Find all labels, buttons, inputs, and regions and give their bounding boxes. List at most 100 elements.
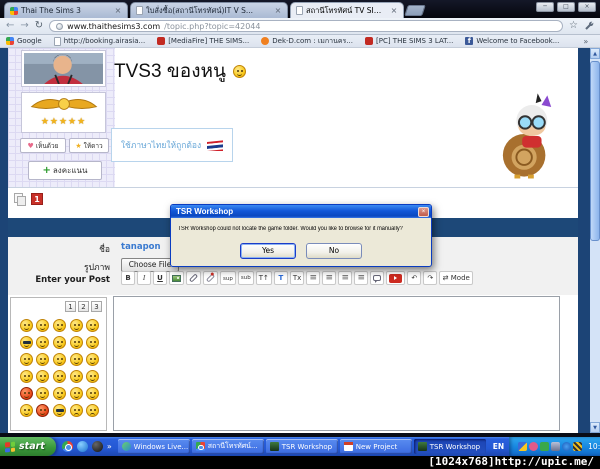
emoticon[interactable] — [36, 336, 50, 349]
tab-close-icon[interactable]: × — [390, 6, 398, 15]
mode-toggle-button[interactable]: ⇄ Mode — [439, 271, 474, 285]
align-center-button[interactable]: ≡ — [338, 271, 353, 285]
bookmark-star-icon[interactable]: ☆ — [569, 21, 578, 31]
tray-icon-4[interactable] — [551, 442, 561, 451]
emoticon[interactable] — [36, 370, 50, 383]
tab-order-page[interactable]: ใบสั่งซื้อ(สถานีโทรทัศน์)IT V S... × — [130, 2, 288, 18]
emoticon[interactable] — [36, 387, 50, 400]
align-left-button[interactable]: ≡ — [322, 271, 337, 285]
bookmark-google[interactable]: Google — [6, 37, 42, 45]
quick-launch-chevron[interactable]: » — [107, 442, 112, 451]
insert-image-button[interactable] — [169, 271, 184, 285]
emoticon[interactable] — [36, 404, 50, 417]
yes-button[interactable]: Yes — [240, 243, 296, 259]
chrome-icon[interactable] — [61, 441, 73, 452]
minimize-button[interactable]: ─ — [536, 2, 554, 12]
language-indicator[interactable]: EN — [488, 442, 509, 451]
tab-tv-sims-active[interactable]: สถานีโทรทัศน์ TV SIMS 3 × — [290, 2, 404, 18]
emoticon[interactable] — [86, 353, 100, 366]
remove-link-button[interactable] — [203, 271, 218, 285]
page-1-button[interactable]: 1 — [31, 193, 43, 205]
emoticon[interactable] — [19, 404, 33, 417]
emoticon[interactable] — [69, 336, 83, 349]
emoticon-page-3-button[interactable]: 3 — [91, 301, 102, 312]
emoticon[interactable] — [19, 319, 33, 332]
emoticon[interactable] — [36, 353, 50, 366]
tray-icon-2[interactable] — [529, 442, 539, 451]
emoticon[interactable] — [69, 370, 83, 383]
back-icon[interactable]: ← — [6, 21, 14, 31]
tray-icon-5[interactable] — [562, 442, 572, 451]
start-button[interactable]: start — [0, 437, 56, 456]
give-star-button[interactable]: ★ ให้ดาว — [69, 138, 109, 153]
emoticon[interactable] — [86, 370, 100, 383]
task-browser[interactable]: สถานีโทรทัศน์... — [191, 439, 264, 454]
redo-button[interactable]: ↷ — [423, 271, 438, 285]
emoticon[interactable] — [52, 336, 66, 349]
media-player-icon[interactable] — [91, 441, 103, 452]
page-scrollbar[interactable]: ▲ ▼ — [590, 48, 600, 433]
emoticon[interactable] — [86, 387, 100, 400]
scroll-down-icon[interactable]: ▼ — [590, 422, 600, 433]
emoticon[interactable] — [19, 353, 33, 366]
emoticon-page-2-button[interactable]: 2 — [78, 301, 89, 312]
emoticon[interactable] — [86, 336, 100, 349]
emoticon[interactable] — [52, 387, 66, 400]
emoticon[interactable] — [69, 404, 83, 417]
superscript-button[interactable]: sup — [220, 271, 236, 285]
align-right-button[interactable]: ≡ — [354, 271, 369, 285]
close-button[interactable]: × — [578, 2, 596, 12]
dialog-close-icon[interactable]: × — [418, 206, 429, 217]
emoticon[interactable] — [52, 404, 66, 417]
bookmark-pc-sims[interactable]: [PC] THE SIMS 3 LAT... — [365, 37, 453, 45]
tray-icon-6[interactable] — [573, 442, 583, 451]
remove-format-button[interactable]: Tx — [289, 271, 305, 285]
font-size-button[interactable]: T↑ — [255, 271, 272, 285]
vote-button[interactable]: + ลงคะแนน — [28, 161, 102, 180]
font-color-button[interactable]: T — [273, 271, 288, 285]
task-new-project[interactable]: New Project — [339, 439, 412, 454]
forward-icon[interactable]: → — [20, 21, 28, 31]
no-button[interactable]: No — [306, 243, 362, 259]
post-textarea[interactable] — [113, 296, 560, 431]
reload-icon[interactable]: ↻ — [35, 21, 43, 31]
emoticon[interactable] — [69, 353, 83, 366]
emoticon[interactable] — [36, 319, 50, 332]
emoticon[interactable] — [86, 404, 100, 417]
bookmark-airasia[interactable]: http://booking.airasia... — [53, 36, 145, 46]
emoticon[interactable] — [19, 336, 33, 349]
italic-button[interactable]: I — [137, 271, 151, 285]
bookmark-mediafire-sims[interactable]: [MediaFire] THE SIMS... — [157, 37, 249, 45]
bold-button[interactable]: B — [121, 271, 135, 285]
scrollbar-thumb[interactable] — [590, 61, 600, 241]
emoticon[interactable] — [69, 387, 83, 400]
subscript-button[interactable]: sub — [237, 271, 254, 285]
scroll-up-icon[interactable]: ▲ — [590, 48, 600, 59]
youtube-button[interactable] — [386, 271, 406, 285]
emoticon[interactable] — [19, 370, 33, 383]
emoticon[interactable] — [52, 319, 66, 332]
emoticon[interactable] — [86, 319, 100, 332]
new-tab-button[interactable] — [404, 5, 426, 16]
bookmarks-overflow-chevron[interactable]: » — [583, 37, 588, 46]
tab-close-icon[interactable]: × — [274, 6, 282, 15]
tab-thai-the-sims[interactable]: Thai The Sims 3 × — [4, 2, 128, 18]
tray-icon-3[interactable] — [540, 442, 550, 451]
bookmark-facebook[interactable]: f Welcome to Facebook... — [465, 37, 559, 45]
undo-button[interactable]: ↶ — [407, 271, 422, 285]
name-value-link[interactable]: tanapon — [121, 242, 161, 252]
emoticon[interactable] — [69, 319, 83, 332]
underline-button[interactable]: U — [153, 271, 167, 285]
tab-close-icon[interactable]: × — [114, 6, 122, 15]
insert-link-button[interactable] — [186, 271, 201, 285]
quote-button[interactable] — [370, 271, 385, 285]
messenger-icon[interactable] — [76, 441, 88, 452]
address-bar[interactable]: www.thaithesims3.com /topic.php?topic=42… — [49, 20, 564, 32]
bookmark-dekd[interactable]: Dek-D.com : เมกานคร... — [261, 36, 353, 47]
tray-icon-1[interactable] — [518, 442, 528, 451]
indent-button[interactable]: ≡ — [306, 271, 321, 285]
task-tsr-workshop[interactable]: TSR Workshop — [265, 439, 338, 454]
task-tsr-workshop-active[interactable]: TSR Workshop — [413, 439, 486, 454]
agree-button[interactable]: ♥ เห็นด้วย — [20, 138, 66, 153]
task-windows-live[interactable]: Windows Live... — [117, 439, 190, 454]
